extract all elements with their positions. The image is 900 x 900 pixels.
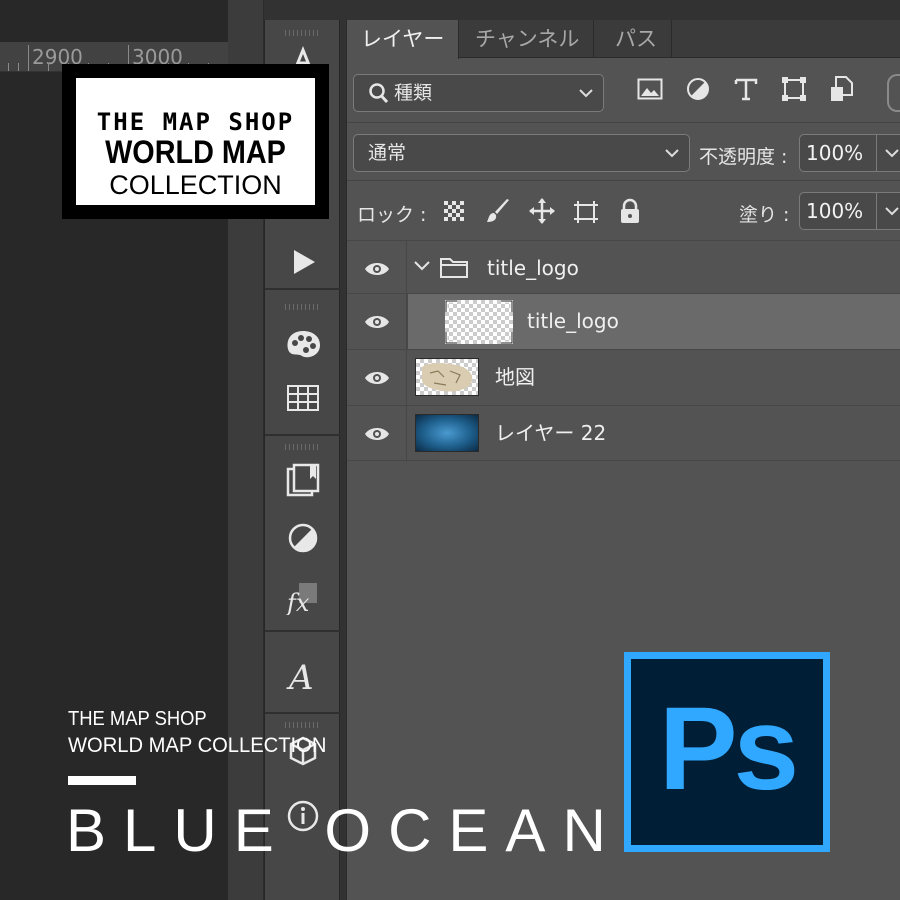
lock-transparent-pixels-icon[interactable] xyxy=(439,196,469,226)
layer-kind-filter-label: 種類 xyxy=(394,82,433,104)
libraries-icon[interactable] xyxy=(283,460,323,500)
adjustments-icon[interactable] xyxy=(283,518,323,558)
blend-mode-value: 通常 xyxy=(368,142,407,164)
layer-thumbnail xyxy=(415,414,479,452)
lock-label: ロック : xyxy=(357,204,427,226)
type-filter-icon[interactable] xyxy=(731,74,761,104)
tab-layers[interactable]: レイヤー xyxy=(347,20,460,59)
logo-line-3: COLLECTION xyxy=(109,170,282,200)
caption-line-2: WORLD MAP COLLECTION xyxy=(68,734,327,757)
folder-icon xyxy=(439,255,469,283)
panel-tab-bar: レイヤー チャンネル パス xyxy=(347,20,900,59)
opacity-label: 不透明度 : xyxy=(699,146,788,168)
layer-kind-filter-dropdown[interactable]: 種類 xyxy=(353,74,604,112)
logo-line-1: THE MAP SHOP xyxy=(96,108,295,136)
layer-name: title_logo xyxy=(487,256,579,280)
expand-chevron-icon[interactable] xyxy=(413,257,431,279)
svg-text:A: A xyxy=(286,658,314,694)
caption-line-1: THE MAP SHOP xyxy=(68,708,207,730)
shape-filter-icon[interactable] xyxy=(779,74,809,104)
visibility-eye-icon[interactable] xyxy=(347,350,407,406)
tab-paths[interactable]: パス xyxy=(601,20,672,58)
lock-all-icon[interactable] xyxy=(615,196,645,226)
headline-title: BLUE OCEAN xyxy=(66,797,623,864)
smart-object-filter-icon[interactable] xyxy=(827,74,857,104)
lock-image-pixels-icon[interactable] xyxy=(483,196,513,226)
layer-row[interactable]: 地図 xyxy=(347,349,900,406)
lock-artboard-icon[interactable] xyxy=(571,196,601,226)
opacity-input[interactable]: 100% xyxy=(799,134,877,172)
fill-label: 塗り : xyxy=(739,204,790,226)
search-icon xyxy=(368,75,390,123)
layer-name: レイヤー 22 xyxy=(495,421,607,445)
fx-icon[interactable]: fx xyxy=(283,578,323,618)
layer-name: title_logo xyxy=(527,309,619,333)
layer-thumbnail xyxy=(415,358,479,396)
layer-thumbnail xyxy=(445,300,513,344)
layer-name: 地図 xyxy=(495,365,535,389)
chevron-down-icon xyxy=(579,75,593,124)
visibility-eye-icon[interactable] xyxy=(347,294,407,350)
svg-text:fx: fx xyxy=(285,589,310,615)
map-shop-logo: THE MAP SHOP WORLD MAP COLLECTION xyxy=(62,64,329,219)
play-icon[interactable] xyxy=(283,242,323,282)
swatches-icon[interactable] xyxy=(283,324,323,364)
caption-divider xyxy=(68,776,136,785)
layer-row-selected[interactable]: title_logo xyxy=(347,293,900,350)
opacity-chevron-icon[interactable] xyxy=(877,134,900,172)
layer-row-group[interactable]: title_logo xyxy=(347,240,900,297)
image-filter-icon[interactable] xyxy=(635,74,665,104)
blend-mode-dropdown[interactable]: 通常 xyxy=(353,134,690,172)
glyphs-icon[interactable]: A xyxy=(283,656,323,696)
visibility-eye-icon[interactable] xyxy=(347,406,407,462)
grid-icon[interactable] xyxy=(283,378,323,418)
tab-channels[interactable]: チャンネル xyxy=(461,20,595,58)
fill-input[interactable]: 100% xyxy=(799,192,877,230)
visibility-eye-icon[interactable] xyxy=(347,241,407,297)
logo-line-2: WORLD MAP xyxy=(105,134,286,170)
fill-chevron-icon[interactable] xyxy=(877,192,900,230)
photoshop-logo-icon: Ps xyxy=(624,652,830,852)
layer-row[interactable]: レイヤー 22 xyxy=(347,405,900,462)
lock-position-icon[interactable] xyxy=(527,196,557,226)
chevron-down-icon xyxy=(665,135,679,184)
adjustment-filter-icon[interactable] xyxy=(683,74,713,104)
panel-header-bar xyxy=(264,0,900,20)
photoshop-logo-text: Ps xyxy=(658,683,799,815)
filter-toggle-switch[interactable] xyxy=(887,74,900,112)
